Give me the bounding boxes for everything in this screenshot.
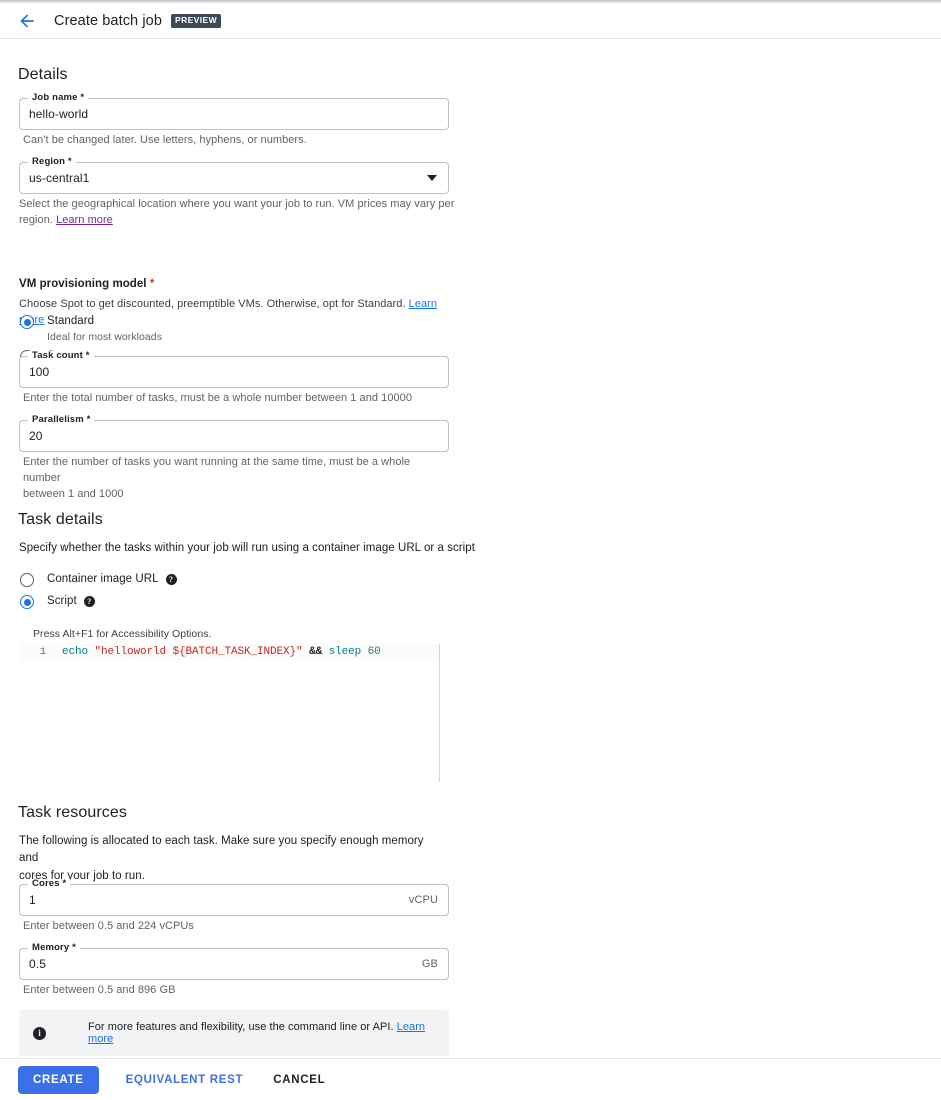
memory-label: Memory *: [28, 943, 80, 953]
preview-badge: PREVIEW: [171, 14, 222, 28]
code-line-number: 1: [39, 646, 46, 658]
code-token-sleep: sleep: [328, 646, 362, 658]
parallelism-hint: Enter the number of tasks you want runni…: [23, 455, 443, 503]
region-hint-line1: Select the geographical location where y…: [19, 198, 455, 210]
parallelism-hint-line1: Enter the number of tasks you want runni…: [23, 456, 411, 484]
task-count-hint: Enter the total number of tasks, must be…: [23, 392, 412, 404]
code-line-1[interactable]: 1 echo "helloworld ${BATCH_TASK_INDEX}" …: [20, 644, 439, 660]
cores-field[interactable]: Cores * 1 vCPU: [19, 879, 449, 916]
radio-container-image-label: Container image URL: [47, 573, 159, 586]
task-details-description: Specify whether the tasks within your jo…: [19, 542, 475, 554]
code-line-text[interactable]: echo "helloworld ${BATCH_TASK_INDEX}" &&…: [54, 646, 381, 658]
chevron-down-icon[interactable]: [427, 175, 437, 181]
task-resources-description: The following is allocated to each task.…: [19, 833, 439, 885]
job-name-hint: Can't be changed later. Use letters, hyp…: [23, 134, 307, 146]
details-heading: Details: [18, 66, 68, 83]
radio-option-container-image-url[interactable]: Container image URL ?: [20, 572, 177, 587]
job-name-label: Job name *: [28, 93, 89, 103]
info-banner-text: For more features and flexibility, use t…: [88, 1021, 435, 1045]
form-content: Details Job name * hello-world Can't be …: [0, 40, 941, 1058]
vm-provisioning-label-row: VM provisioning model *: [19, 278, 154, 290]
editor-accessibility-note: Press Alt+F1 for Accessibility Options.: [33, 628, 212, 640]
cores-hint: Enter between 0.5 and 224 vCPUs: [23, 920, 194, 932]
region-learn-more-link[interactable]: Learn more: [56, 214, 113, 226]
cores-unit-suffix: vCPU: [408, 894, 438, 906]
task-count-label: Task count *: [28, 351, 94, 361]
info-banner-message: For more features and flexibility, use t…: [88, 1021, 397, 1033]
vm-provisioning-description-text: Choose Spot to get discounted, preemptib…: [19, 298, 409, 310]
back-arrow-icon[interactable]: [16, 10, 38, 32]
radio-standard-sub: Ideal for most workloads: [47, 331, 162, 344]
vm-provisioning-label: VM provisioning model: [19, 278, 150, 290]
code-token-echo: echo: [62, 646, 95, 658]
parallelism-value: 20: [29, 429, 43, 443]
create-button[interactable]: CREATE: [18, 1065, 99, 1094]
code-token-number: 60: [367, 646, 381, 658]
region-hint-line2: region.: [19, 213, 57, 226]
memory-field[interactable]: Memory * 0.5 GB: [19, 943, 449, 980]
cancel-button[interactable]: CANCEL: [263, 1066, 335, 1094]
info-icon: i: [33, 1026, 46, 1040]
parallelism-label: Parallelism *: [28, 415, 95, 425]
job-name-value: hello-world: [29, 107, 89, 121]
job-name-field[interactable]: Job name * hello-world: [19, 93, 449, 130]
help-icon-container-image[interactable]: ?: [165, 574, 177, 585]
task-count-field[interactable]: Task count * 100: [19, 351, 449, 388]
radio-standard-label: Standard: [47, 315, 95, 327]
code-token-and: &&: [309, 646, 323, 658]
task-resources-heading: Task resources: [18, 804, 127, 821]
cores-label: Cores *: [28, 879, 71, 889]
memory-unit-suffix: GB: [421, 958, 438, 970]
action-bar: CREATE EQUIVALENT REST CANCEL: [0, 1058, 941, 1100]
radio-container-image-indicator[interactable]: [20, 573, 34, 587]
info-banner: i For more features and flexibility, use…: [19, 1010, 449, 1056]
memory-value: 0.5: [29, 957, 46, 971]
script-editor-wrapper: Press Alt+F1 for Accessibility Options. …: [20, 628, 440, 782]
memory-hint: Enter between 0.5 and 896 GB: [23, 984, 176, 996]
region-value: us-central1: [29, 171, 90, 185]
cores-value: 1: [29, 893, 36, 907]
radio-script-label: Script: [47, 595, 77, 608]
parallelism-hint-line2: between 1 and 1000: [23, 487, 124, 500]
task-count-value: 100: [29, 365, 50, 379]
equivalent-rest-button[interactable]: EQUIVALENT REST: [116, 1066, 254, 1094]
region-select[interactable]: Region * us-central1: [19, 157, 449, 194]
help-icon-script[interactable]: ?: [83, 596, 95, 607]
region-hint: Select the geographical location where y…: [19, 197, 459, 229]
page-title: Create batch job: [54, 13, 162, 29]
parallelism-field[interactable]: Parallelism * 20: [19, 415, 449, 452]
task-resources-description-line1: The following is allocated to each task.…: [19, 835, 424, 865]
vm-provisioning-required-mark: *: [149, 278, 155, 290]
page-header: Create batch job PREVIEW: [0, 4, 941, 39]
radio-standard-indicator[interactable]: [20, 315, 34, 329]
task-details-heading: Task details: [18, 511, 103, 528]
radio-script-indicator[interactable]: [20, 595, 34, 609]
region-label: Region *: [28, 157, 76, 167]
radio-option-standard[interactable]: Standard Ideal for most workloads: [20, 314, 162, 343]
code-token-string: "helloworld ${BATCH_TASK_INDEX}": [94, 646, 303, 658]
script-code-editor[interactable]: 1 echo "helloworld ${BATCH_TASK_INDEX}" …: [20, 644, 440, 782]
radio-option-script[interactable]: Script ?: [20, 594, 95, 609]
